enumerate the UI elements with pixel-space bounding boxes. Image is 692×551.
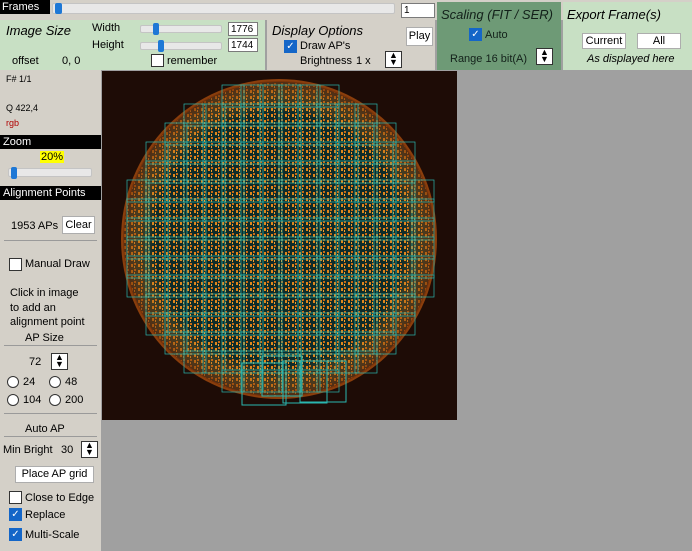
export-note: As displayed here xyxy=(587,53,675,65)
draw-aps-checkbox[interactable]: ✓ xyxy=(284,40,297,53)
display-options-panel: Display Options ✓ Draw AP's Brightness 1… xyxy=(267,20,435,70)
height-slider[interactable] xyxy=(140,40,222,52)
zoom-section-header: Zoom xyxy=(0,135,101,149)
remember-checkbox[interactable] xyxy=(151,54,164,67)
min-bright-spinner-icon[interactable]: ▲ ▼ xyxy=(81,441,98,458)
alignment-section-header: Alignment Points xyxy=(0,186,101,200)
divider xyxy=(4,413,97,414)
range-spinner-icon[interactable]: ▲ ▼ xyxy=(536,48,553,65)
remember-label: remember xyxy=(167,55,218,67)
scaling-panel: Scaling (FIT / SER) ✓ Auto Range 16 bit(… xyxy=(437,2,561,70)
ap-size-radio-200[interactable] xyxy=(49,394,61,406)
width-input[interactable]: 1776 xyxy=(228,22,258,36)
clear-aps-button[interactable]: Clear xyxy=(62,216,95,234)
auto-ap-label: Auto AP xyxy=(25,423,65,435)
manual-draw-label: Manual Draw xyxy=(25,258,90,270)
scaling-title: Scaling (FIT / SER) xyxy=(441,7,553,22)
offset-value: 0, 0 xyxy=(62,55,81,67)
ap-size-option-104: 104 xyxy=(23,394,42,406)
frame-number-input[interactable]: 1 xyxy=(401,3,435,18)
auto-scaling-checkbox[interactable]: ✓ xyxy=(469,28,482,41)
divider xyxy=(4,240,97,241)
color-info: rgb xyxy=(6,118,20,128)
ap-size-radio-24[interactable] xyxy=(7,376,19,388)
quality-info: Q 422,4 xyxy=(6,103,39,113)
zoom-slider-thumb[interactable] xyxy=(11,167,17,179)
height-slider-thumb[interactable] xyxy=(158,40,164,52)
divider xyxy=(4,436,97,437)
auto-scaling-label: Auto xyxy=(485,29,508,41)
min-bright-value: 30 xyxy=(61,444,74,456)
replace-checkbox[interactable]: ✓ xyxy=(9,508,22,521)
ap-size-option-24: 24 xyxy=(23,376,36,388)
hint-line-1: Click in image xyxy=(10,287,79,299)
close-to-edge-label: Close to Edge xyxy=(25,492,95,504)
ap-size-option-200: 200 xyxy=(65,394,84,406)
range-label: Range 16 bit(A) xyxy=(450,53,528,65)
ap-size-label: AP Size xyxy=(25,332,64,344)
ap-size-spinner-icon[interactable]: ▲ ▼ xyxy=(51,353,68,370)
height-label: Height xyxy=(92,39,124,51)
export-panel: Export Frame(s) Current All As displayed… xyxy=(563,2,692,70)
export-current-button[interactable]: Current xyxy=(582,33,626,49)
frames-label: Frames xyxy=(0,0,50,14)
width-slider[interactable] xyxy=(140,23,222,35)
zoom-slider[interactable] xyxy=(8,167,92,179)
image-size-title: Image Size xyxy=(6,23,72,38)
image-canvas[interactable] xyxy=(102,71,457,420)
brightness-label: Brightness xyxy=(300,55,352,67)
left-sidebar: F# 1/1 Q 422,4 rgb Zoom 20% Alignment Po… xyxy=(0,70,101,551)
frames-slider-thumb[interactable] xyxy=(55,3,62,14)
brightness-spinner-icon[interactable]: ▲ ▼ xyxy=(385,51,402,68)
ap-count: 1953 APs xyxy=(11,220,59,232)
brightness-value: 1 x xyxy=(356,55,371,67)
frame-info: F# 1/1 xyxy=(6,74,32,84)
frames-slider[interactable] xyxy=(52,3,395,14)
multi-scale-checkbox[interactable]: ✓ xyxy=(9,528,22,541)
display-options-title: Display Options xyxy=(272,23,364,38)
width-slider-thumb[interactable] xyxy=(153,23,159,35)
ap-size-radio-104[interactable] xyxy=(7,394,19,406)
export-title: Export Frame(s) xyxy=(567,7,661,22)
place-ap-grid-button[interactable]: Place AP grid xyxy=(15,466,94,483)
export-all-button[interactable]: All xyxy=(637,33,681,49)
ap-size-value: 72 xyxy=(29,356,42,368)
manual-draw-checkbox[interactable] xyxy=(9,258,22,271)
divider xyxy=(4,345,97,346)
hint-line-3: alignment point xyxy=(10,316,85,328)
draw-aps-label: Draw AP's xyxy=(300,40,351,52)
ap-size-option-48: 48 xyxy=(65,376,78,388)
width-label: Width xyxy=(92,22,121,34)
image-size-panel: Image Size Width 1776 Height 1744 offset… xyxy=(0,20,265,70)
close-to-edge-checkbox[interactable] xyxy=(9,491,22,504)
height-input[interactable]: 1744 xyxy=(228,38,258,52)
ap-size-radio-48[interactable] xyxy=(49,376,61,388)
offset-label: offset xyxy=(12,55,39,67)
replace-label: Replace xyxy=(25,509,66,521)
play-button[interactable]: Play xyxy=(406,27,433,46)
min-bright-label: Min Bright xyxy=(3,444,53,456)
multi-scale-label: Multi-Scale xyxy=(25,529,80,541)
zoom-value: 20% xyxy=(40,151,65,163)
hint-line-2: to add an xyxy=(10,302,56,314)
